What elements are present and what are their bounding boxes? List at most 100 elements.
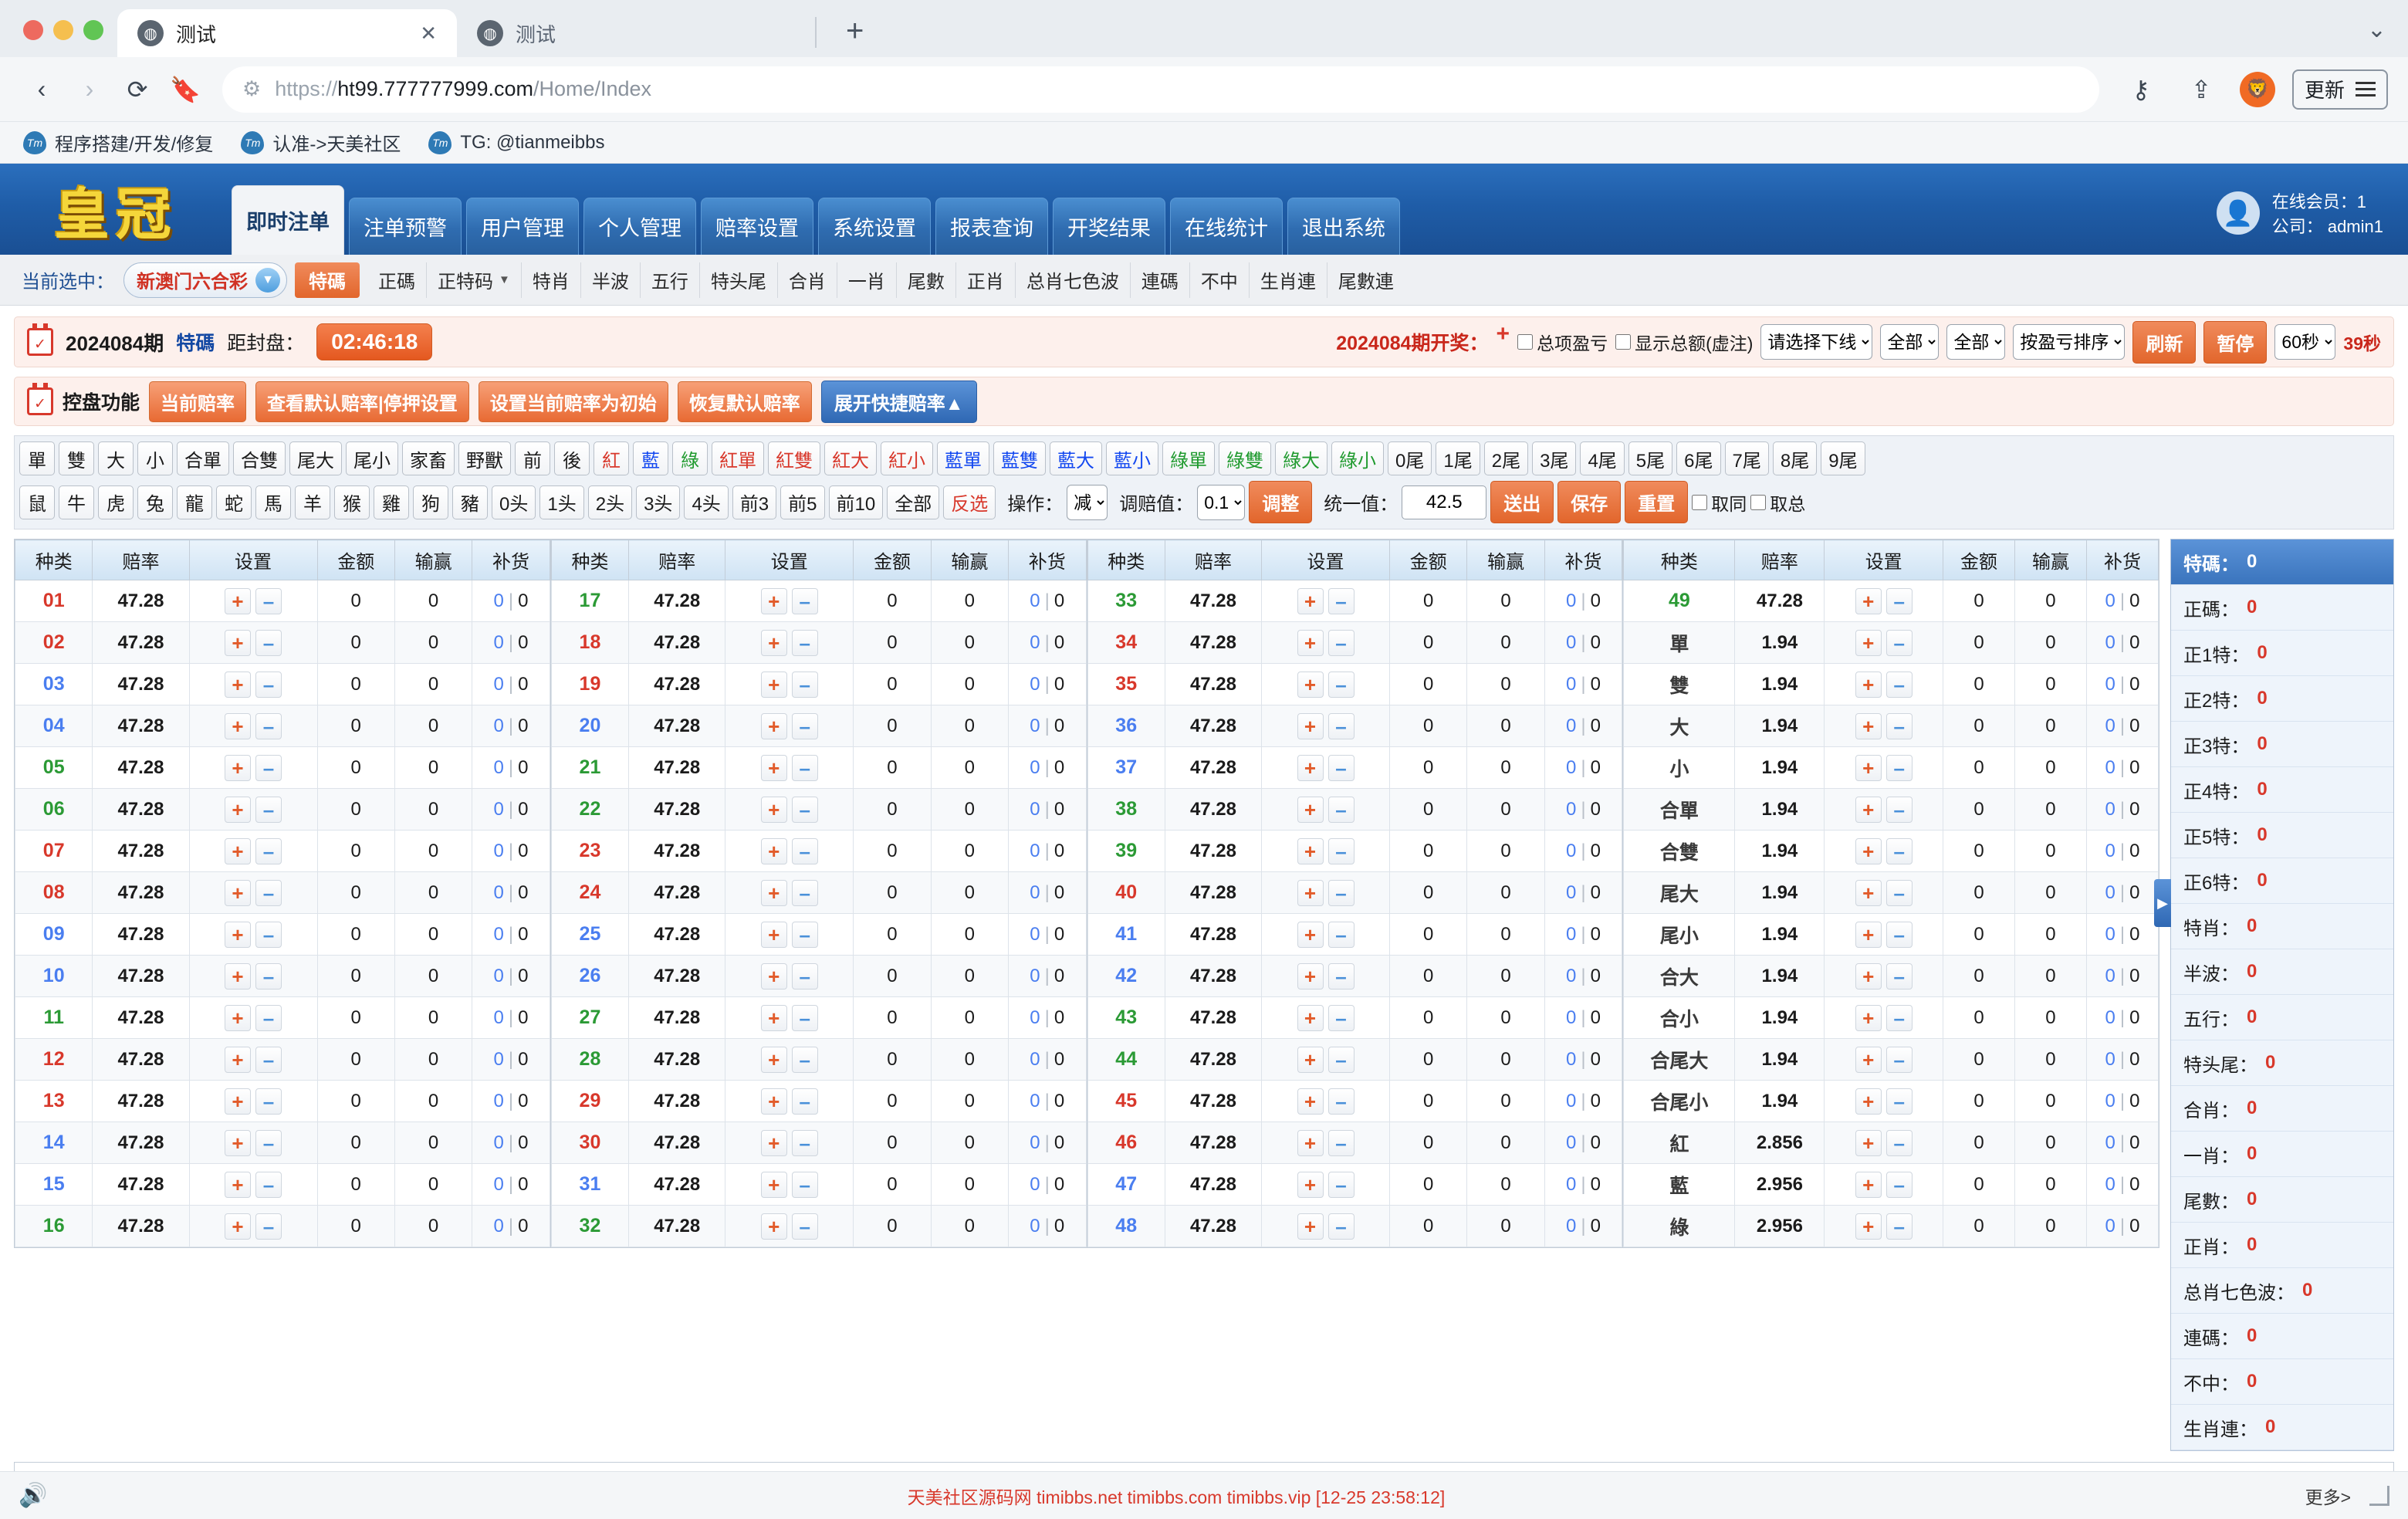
table-row[interactable]: 0247.28+–000|0 [15, 622, 550, 664]
minus-icon[interactable]: – [792, 880, 818, 906]
plus-icon[interactable]: + [761, 922, 787, 948]
table-row[interactable]: 2147.28+–000|0 [551, 747, 1086, 789]
filter-button-9[interactable]: 野獸 [458, 441, 511, 475]
restock-value-a[interactable]: 0 [1566, 1132, 1576, 1153]
play-tab-7[interactable]: 合肖 [778, 262, 837, 298]
restock-value-a[interactable]: 0 [2105, 1132, 2115, 1153]
window-maximize-button[interactable] [83, 20, 103, 40]
bookmark-icon[interactable]: 🔖 [164, 68, 207, 111]
zodiac-button-7[interactable]: 羊 [295, 485, 330, 519]
plus-icon[interactable]: + [761, 1088, 787, 1115]
summary-row-0[interactable]: 特碼：0 [2171, 540, 2393, 585]
restock-value-a[interactable]: 0 [494, 1091, 504, 1111]
plus-icon[interactable]: + [225, 1172, 251, 1198]
filter-button-5[interactable]: 合雙 [233, 441, 286, 475]
show-total-checkbox-input[interactable] [1615, 334, 1631, 350]
forward-icon[interactable]: › [68, 68, 111, 111]
restock-value-a[interactable]: 0 [1030, 1091, 1040, 1111]
minus-icon[interactable]: – [1328, 672, 1354, 698]
reset-button[interactable]: 重置 [1625, 481, 1688, 523]
uniform-value-input[interactable] [1402, 485, 1486, 519]
minus-icon[interactable]: – [792, 588, 818, 614]
zodiac-button-10[interactable]: 狗 [413, 485, 448, 519]
table-row[interactable]: 1147.28+–000|0 [15, 997, 550, 1039]
minus-icon[interactable]: – [792, 797, 818, 823]
table-row[interactable]: 綠2.956+–000|0 [1624, 1206, 2159, 1247]
table-row[interactable]: 2847.28+–000|0 [551, 1039, 1086, 1081]
filter-button-7[interactable]: 尾小 [346, 441, 398, 475]
minus-icon[interactable]: – [1886, 1172, 1913, 1198]
restock-value-a[interactable]: 0 [1566, 966, 1576, 986]
table-row[interactable]: 2547.28+–000|0 [551, 914, 1086, 956]
restock-value-a[interactable]: 0 [1566, 841, 1576, 861]
plus-icon[interactable]: + [1297, 1130, 1324, 1156]
play-tab-5[interactable]: 五行 [641, 262, 700, 298]
restock-value-a[interactable]: 0 [1566, 632, 1576, 653]
zodiac-button-9[interactable]: 雞 [374, 485, 409, 519]
plus-icon[interactable]: + [225, 630, 251, 656]
summary-row-10[interactable]: 五行：0 [2171, 995, 2393, 1040]
minus-icon[interactable]: – [792, 1047, 818, 1073]
table-row[interactable]: 藍2.956+–000|0 [1624, 1164, 2159, 1206]
zodiac-button-20[interactable]: 全部 [887, 485, 939, 519]
nav-tab-2[interactable]: 用户管理 [466, 198, 579, 255]
plus-icon[interactable]: + [1855, 755, 1882, 781]
minus-icon[interactable]: – [1328, 755, 1354, 781]
filter-button-22[interactable]: 藍小 [1106, 441, 1158, 475]
restock-value-a[interactable]: 0 [1030, 1049, 1040, 1070]
restock-value-a[interactable]: 0 [494, 590, 504, 611]
table-row[interactable]: 紅2.856+–000|0 [1624, 1122, 2159, 1164]
nav-tab-9[interactable]: 退出系统 [1287, 198, 1400, 255]
restock-value-a[interactable]: 0 [2105, 841, 2115, 861]
minus-icon[interactable]: – [1886, 880, 1913, 906]
nav-tab-3[interactable]: 个人管理 [583, 198, 696, 255]
plus-icon[interactable]: + [225, 1130, 251, 1156]
minus-icon[interactable]: – [1328, 1172, 1354, 1198]
minus-icon[interactable]: – [1886, 922, 1913, 948]
minus-icon[interactable]: – [792, 755, 818, 781]
minus-icon[interactable]: – [1886, 672, 1913, 698]
nav-tab-7[interactable]: 开奖结果 [1053, 198, 1165, 255]
filter-button-36[interactable]: 9尾 [1821, 441, 1865, 475]
refresh-button[interactable]: 刷新 [2132, 321, 2196, 364]
minus-icon[interactable]: – [1886, 1088, 1913, 1115]
restock-value-a[interactable]: 0 [2105, 716, 2115, 736]
sort-select[interactable]: 按盈亏排序 [2013, 324, 2125, 360]
table-row[interactable]: 1947.28+–000|0 [551, 664, 1086, 705]
bookmark-item-0[interactable]: Tm 程序搭建/开发/修复 [23, 129, 213, 156]
restock-value-a[interactable]: 0 [494, 1174, 504, 1195]
minus-icon[interactable]: – [1328, 1047, 1354, 1073]
minus-icon[interactable]: – [792, 1005, 818, 1031]
table-row[interactable]: 0647.28+–000|0 [15, 789, 550, 831]
plus-icon[interactable]: + [225, 713, 251, 739]
table-row[interactable]: 1347.28+–000|0 [15, 1081, 550, 1122]
minus-icon[interactable]: – [1886, 1047, 1913, 1073]
restock-value-a[interactable]: 0 [1566, 1216, 1576, 1237]
play-tab-13[interactable]: 不中 [1190, 262, 1250, 298]
brave-shield-icon[interactable]: 🦁 [2240, 72, 2275, 107]
restock-value-a[interactable]: 0 [2105, 966, 2115, 986]
minus-icon[interactable]: – [255, 797, 282, 823]
speaker-icon[interactable]: 🔊 [19, 1482, 47, 1509]
plus-icon[interactable]: + [1855, 963, 1882, 990]
restock-value-a[interactable]: 0 [1030, 716, 1040, 736]
restock-value-a[interactable]: 0 [2105, 1091, 2115, 1111]
play-tab-8[interactable]: 一肖 [837, 262, 897, 298]
table-row[interactable]: 2247.28+–000|0 [551, 789, 1086, 831]
restock-value-a[interactable]: 0 [2105, 1007, 2115, 1028]
table-row[interactable]: 1047.28+–000|0 [15, 956, 550, 997]
reload-icon[interactable]: ⟳ [116, 68, 159, 111]
filter-button-8[interactable]: 家畜 [402, 441, 455, 475]
zodiac-button-3[interactable]: 兔 [137, 485, 173, 519]
restock-value-a[interactable]: 0 [1566, 674, 1576, 695]
minus-icon[interactable]: – [255, 672, 282, 698]
filter-button-4[interactable]: 合單 [177, 441, 229, 475]
table-row[interactable]: 2647.28+–000|0 [551, 956, 1086, 997]
site-settings-icon[interactable]: ⚙ [242, 77, 261, 101]
restock-value-a[interactable]: 0 [1566, 924, 1576, 945]
restock-value-a[interactable]: 0 [2105, 1174, 2115, 1195]
restock-value-a[interactable]: 0 [494, 716, 504, 736]
plus-icon[interactable]: + [1297, 1005, 1324, 1031]
address-bar[interactable]: ⚙ https://ht99.777777999.com/Home/Index [222, 66, 2099, 113]
filter-button-32[interactable]: 5尾 [1628, 441, 1672, 475]
